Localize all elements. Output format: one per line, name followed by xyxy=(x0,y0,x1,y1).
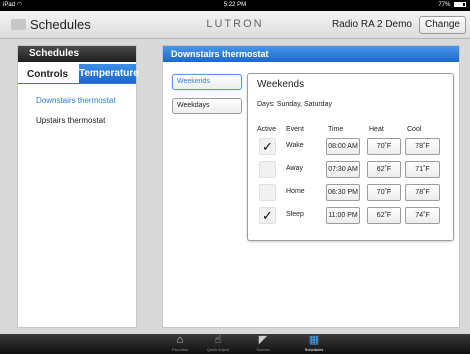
clock: 5:22 PM xyxy=(223,2,247,8)
calendar-icon: ▦ xyxy=(308,334,320,346)
active-checkbox[interactable] xyxy=(259,184,276,201)
cool-setpoint-button[interactable]: 74˚F xyxy=(405,207,440,224)
table-row: Home 06:30 PM 70˚F 78˚F xyxy=(248,184,453,204)
column-header-time: Time xyxy=(328,126,344,133)
event-name: Wake xyxy=(286,142,304,149)
schedules-sidebar: Schedules Controls Temperature Downstair… xyxy=(17,45,139,328)
tab-label: Schedules xyxy=(304,347,324,352)
hand-icon: ☝ xyxy=(214,334,222,346)
sidebar-item-downstairs-thermostat[interactable]: Downstairs thermostat xyxy=(36,96,116,105)
thermostat-schedule-panel: Downstairs thermostat Weekends Weekdays … xyxy=(162,45,460,328)
table-row: ✓ Wake 08:00 AM 70˚F 78˚F xyxy=(248,138,453,158)
status-bar: iPad ◠ 5:22 PM 77% xyxy=(0,0,470,11)
battery-percent: 77% xyxy=(438,2,451,8)
heat-setpoint-button[interactable]: 70˚F xyxy=(367,184,401,201)
table-row: Away 07:30 AM 62˚F 71˚F xyxy=(248,161,453,181)
heat-setpoint-button[interactable]: 70˚F xyxy=(367,138,401,155)
tab-schedules[interactable]: ▦ Schedules xyxy=(294,334,334,354)
event-name: Home xyxy=(286,188,305,195)
sidebar-title: Schedules xyxy=(18,46,136,62)
column-header-heat: Heat xyxy=(369,126,384,133)
tab-label: Scenes xyxy=(256,347,270,352)
system-name: Radio RA 2 Demo xyxy=(331,19,412,30)
tab-divider xyxy=(18,83,136,84)
change-system-button[interactable]: Change xyxy=(418,16,466,34)
tab-weekdays[interactable]: Weekdays xyxy=(172,98,242,114)
heat-setpoint-button[interactable]: 62˚F xyxy=(367,207,401,224)
table-row: ✓ Sleep 11:00 PM 62˚F 74˚F xyxy=(248,207,453,227)
tab-quick-adjust[interactable]: ☝ Quick Adjust xyxy=(198,334,238,354)
time-button[interactable]: 07:30 AM xyxy=(326,161,360,178)
cool-setpoint-button[interactable]: 78˚F xyxy=(405,138,440,155)
column-header-active: Active xyxy=(257,126,277,133)
column-header-event: Event xyxy=(286,126,304,133)
schedule-title: Weekends xyxy=(257,79,305,90)
active-checkbox[interactable]: ✓ xyxy=(259,138,276,155)
sidebar-item-upstairs-thermostat[interactable]: Upstairs thermostat xyxy=(36,116,105,125)
schedule-card: Weekends Days: Sunday, Saturday Active E… xyxy=(247,73,454,241)
heat-setpoint-button[interactable]: 62˚F xyxy=(367,161,401,178)
panel-title: Downstairs thermostat xyxy=(163,46,459,62)
column-header-cool: Cool xyxy=(407,126,422,133)
cool-setpoint-button[interactable]: 78˚F xyxy=(405,184,440,201)
tab-label: Quick Adjust xyxy=(206,347,230,352)
tab-weekends[interactable]: Weekends xyxy=(172,74,242,90)
scenes-icon: ◤ xyxy=(258,334,268,346)
bottom-tab-bar: ⌂ Favorites ☝ Quick Adjust ◤ Scenes ▦ Sc… xyxy=(0,334,470,354)
schedule-days: Days: Sunday, Saturday xyxy=(257,101,332,108)
app-header: Schedules LUTRON Radio RA 2 Demo Change xyxy=(0,11,470,39)
active-checkbox[interactable]: ✓ xyxy=(259,207,276,224)
tab-favorites[interactable]: ⌂ Favorites xyxy=(160,334,200,354)
event-name: Away xyxy=(286,165,303,172)
cool-setpoint-button[interactable]: 71˚F xyxy=(405,161,440,178)
tab-controls[interactable]: Controls xyxy=(27,69,68,80)
time-button[interactable]: 06:30 PM xyxy=(326,184,360,201)
home-icon: ⌂ xyxy=(176,334,184,346)
active-checkbox[interactable] xyxy=(259,161,276,178)
time-button[interactable]: 08:00 AM xyxy=(326,138,360,155)
tab-label: Favorites xyxy=(171,347,189,352)
battery-icon xyxy=(454,1,466,7)
event-name: Sleep xyxy=(286,211,304,218)
tab-temperature[interactable]: Temperature xyxy=(79,64,139,83)
battery-status: 77% xyxy=(438,0,466,11)
tab-scenes[interactable]: ◤ Scenes xyxy=(243,334,283,354)
time-button[interactable]: 11:00 PM xyxy=(326,207,360,224)
